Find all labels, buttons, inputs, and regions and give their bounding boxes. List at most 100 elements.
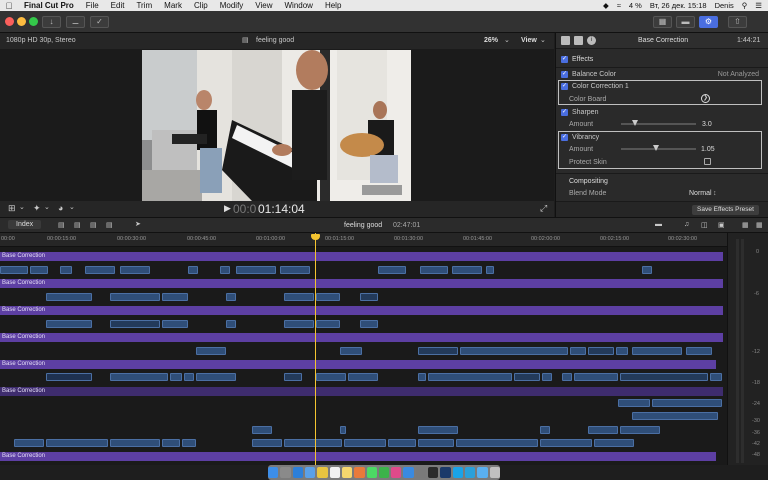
video-clip[interactable] <box>620 373 708 381</box>
view-menu[interactable]: View <box>521 37 537 44</box>
blend-mode-chevron-icon[interactable]: ↕ <box>713 190 717 197</box>
title-clip[interactable] <box>344 439 386 447</box>
minimize-window-button[interactable] <box>17 17 26 26</box>
photos-icon[interactable] <box>354 467 365 478</box>
itunes-icon[interactable] <box>391 467 402 478</box>
video-clip[interactable] <box>188 266 198 274</box>
timecode-display[interactable]: 01:14:04 <box>258 202 305 216</box>
menu-trim[interactable]: Trim <box>130 1 158 10</box>
sharpen-amount-value[interactable]: 3.0 <box>702 121 712 128</box>
insert-clip-icon[interactable]: ▤ <box>90 221 97 229</box>
title-clip[interactable] <box>456 439 538 447</box>
video-clip[interactable] <box>514 373 540 381</box>
video-clip[interactable] <box>348 373 378 381</box>
menu-edit[interactable]: Edit <box>105 1 131 10</box>
app-store-icon[interactable] <box>403 467 414 478</box>
solo-icon[interactable]: ▣ <box>718 221 725 229</box>
video-clip[interactable] <box>120 266 150 274</box>
zoom-select[interactable]: 26% <box>484 37 498 44</box>
video-clip[interactable] <box>418 426 458 434</box>
timeline-tracks[interactable]: Base Correction Base Correction Base Cor… <box>0 247 727 465</box>
video-clip[interactable] <box>252 426 272 434</box>
video-clip[interactable] <box>686 347 712 355</box>
video-clip[interactable] <box>162 320 188 328</box>
color-board-arrow-icon[interactable]: ❯ <box>701 94 710 103</box>
video-clip[interactable] <box>0 266 28 274</box>
crop-chevron-icon[interactable]: ⌄ <box>19 203 25 211</box>
title-clip[interactable] <box>252 439 282 447</box>
video-clip[interactable] <box>110 293 160 301</box>
video-clip[interactable] <box>196 347 226 355</box>
title-clip[interactable] <box>418 439 454 447</box>
effects-browser-icon[interactable]: ▦ <box>742 221 749 229</box>
color-inspector-icon[interactable] <box>574 36 583 45</box>
color-correction-checkbox[interactable]: ✓ <box>561 82 568 90</box>
video-clip[interactable] <box>340 347 362 355</box>
video-clip[interactable] <box>316 293 340 301</box>
video-clip[interactable] <box>85 266 115 274</box>
video-clip[interactable] <box>162 293 188 301</box>
video-clip[interactable] <box>284 373 302 381</box>
battery-label[interactable]: 4 % <box>629 1 642 10</box>
video-clip[interactable] <box>316 373 346 381</box>
video-clip[interactable] <box>460 347 568 355</box>
video-clip[interactable] <box>196 373 236 381</box>
video-clip[interactable] <box>420 266 448 274</box>
menu-mark[interactable]: Mark <box>158 1 188 10</box>
video-clip[interactable] <box>284 293 314 301</box>
video-clip[interactable] <box>710 373 722 381</box>
video-clip[interactable] <box>110 439 160 447</box>
zoom-window-button[interactable] <box>29 17 38 26</box>
video-clip[interactable] <box>110 320 160 328</box>
video-clip[interactable] <box>562 373 572 381</box>
title-clip[interactable] <box>388 439 416 447</box>
play-icon[interactable]: ▶ <box>224 203 231 214</box>
apple-icon[interactable]:  <box>0 1 18 11</box>
telegram-icon[interactable] <box>465 467 476 478</box>
menu-list-icon[interactable]: ☰ <box>755 1 762 10</box>
select-tool-icon[interactable]: ➤ <box>135 220 141 228</box>
transform-icon[interactable]: ✦ <box>33 203 41 214</box>
save-effects-preset-button[interactable]: Save Effects Preset <box>692 205 759 215</box>
vibrancy-checkbox[interactable]: ✓ <box>561 133 568 141</box>
photoshop-icon[interactable] <box>440 467 451 478</box>
messages-icon[interactable] <box>366 467 377 478</box>
menu-file[interactable]: File <box>80 1 105 10</box>
notes-icon[interactable] <box>341 467 353 478</box>
info-icon[interactable]: i <box>587 36 596 45</box>
search-icon[interactable]: ⚲ <box>742 1 748 10</box>
video-clip[interactable] <box>428 373 512 381</box>
video-clip[interactable] <box>360 320 378 328</box>
facetime-icon[interactable] <box>378 467 390 478</box>
enhance-chevron-icon[interactable]: ⌄ <box>69 203 75 211</box>
close-window-button[interactable] <box>5 17 14 26</box>
launchpad-icon[interactable] <box>280 467 291 478</box>
video-frame[interactable] <box>142 50 411 201</box>
inspector-toggle-icon[interactable]: ⚙ <box>699 16 718 28</box>
trash-icon[interactable] <box>489 467 500 478</box>
title-clip[interactable] <box>632 412 718 420</box>
menu-view[interactable]: View <box>249 1 278 10</box>
blend-mode-select[interactable]: Normal <box>689 190 712 197</box>
view-chevron-icon[interactable]: ⌄ <box>540 36 546 44</box>
index-button[interactable]: Index <box>8 220 42 229</box>
video-clip[interactable] <box>170 373 182 381</box>
video-clip[interactable] <box>486 266 494 274</box>
datetime[interactable]: Вт, 26 дек. 15:18 <box>650 1 707 10</box>
adjustment-clip[interactable]: Base Correction <box>0 306 723 315</box>
video-clip[interactable] <box>360 293 378 301</box>
video-clip[interactable] <box>30 266 48 274</box>
sharpen-checkbox[interactable]: ✓ <box>561 108 568 116</box>
chrome-icon[interactable] <box>317 467 328 478</box>
enhance-icon[interactable]: ◕ <box>58 203 63 213</box>
user-name[interactable]: Denis <box>715 1 734 10</box>
share-icon[interactable]: ⇧ <box>728 16 747 28</box>
transitions-browser-icon[interactable]: ▦ <box>756 221 763 229</box>
sharpen-slider-knob[interactable] <box>632 120 638 126</box>
video-clip[interactable] <box>618 399 650 407</box>
effects-checkbox[interactable]: ✓ <box>561 55 568 63</box>
video-clip[interactable] <box>652 399 722 407</box>
wifi-icon[interactable]: ≈ <box>617 1 621 10</box>
transform-chevron-icon[interactable]: ⌄ <box>44 203 50 211</box>
folder-icon[interactable] <box>477 467 488 478</box>
